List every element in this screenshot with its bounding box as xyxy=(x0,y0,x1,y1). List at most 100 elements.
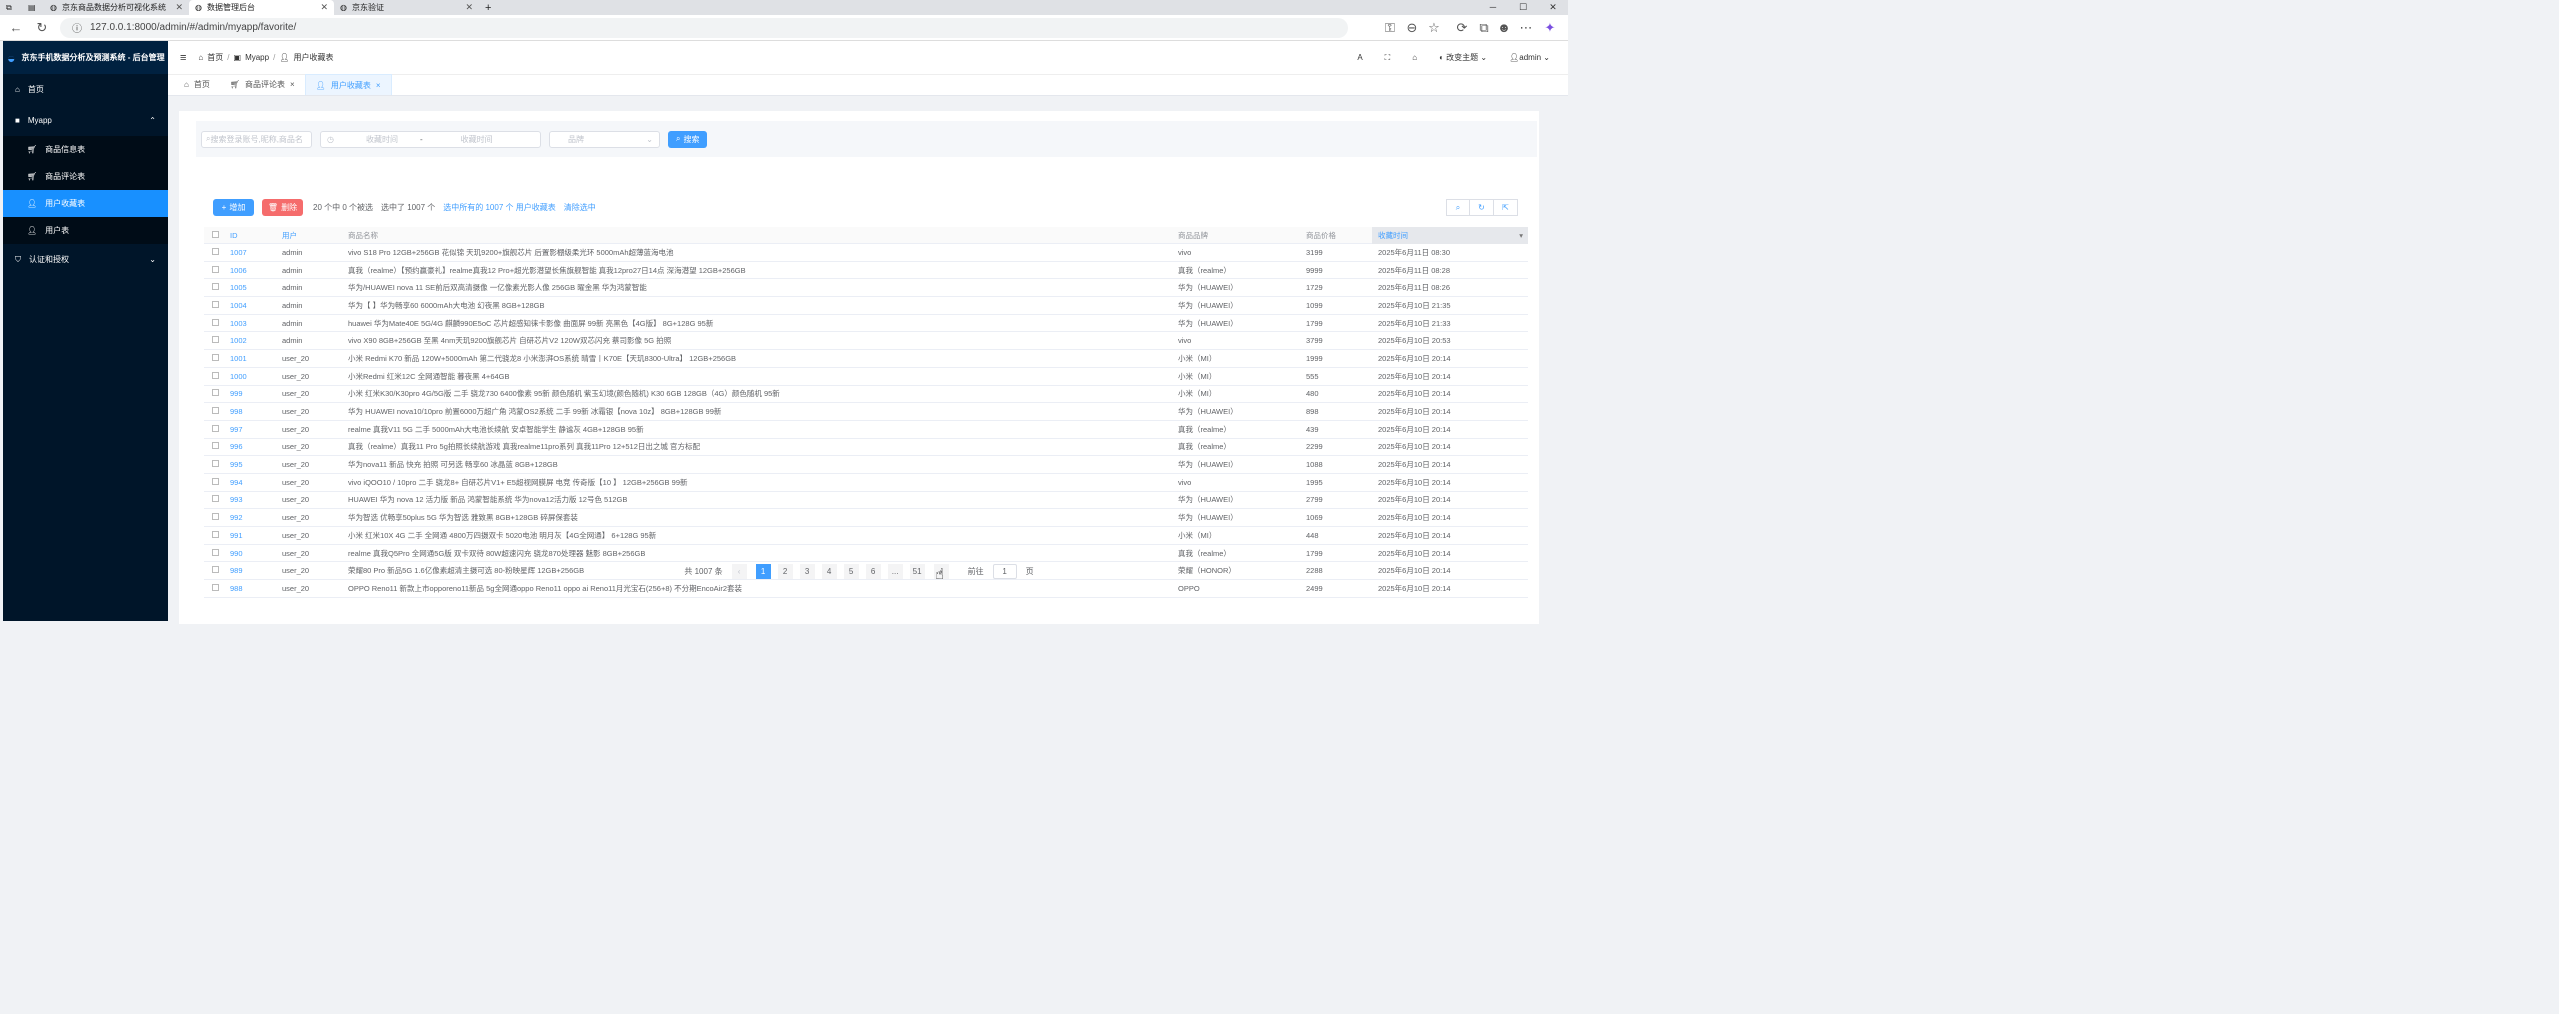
table-row[interactable]: 998 user_20 华为 HUAWEI nova10/10pro 前置6000万… xyxy=(204,403,1528,421)
vertical-tabs-icon[interactable]: ▤ xyxy=(22,0,44,15)
back-icon[interactable]: ← xyxy=(8,20,24,35)
sidebar-item-auth[interactable]: ⛉ 认证和授权 ⌄ xyxy=(3,244,168,275)
close-icon[interactable]: ✕ xyxy=(465,2,473,13)
row-checkbox[interactable] xyxy=(204,300,224,310)
row-checkbox[interactable] xyxy=(204,318,224,328)
search-input[interactable]: ⌕ 搜索登录账号,昵称,商品名 xyxy=(201,130,312,148)
browser-tab-2[interactable]: ◍ 数据管理后台 ✕ xyxy=(189,0,334,15)
browser-tab-1[interactable]: ◍ 京东商品数据分析可视化系统 ✕ xyxy=(44,0,189,15)
page-button[interactable]: 51 xyxy=(909,564,925,579)
close-icon[interactable]: ✕ xyxy=(320,2,328,13)
sidebar-item-favorites[interactable]: 👤︎ 用户收藏表 xyxy=(3,190,168,217)
table-row[interactable]: 996 user_20 真我（realme）真我11 Pro 5g拍照长续航游戏 真… xyxy=(204,439,1528,457)
minimize-icon[interactable]: ─ xyxy=(1478,0,1508,15)
browser-tab-3[interactable]: ◍ 京东验证 ✕ xyxy=(334,0,479,15)
user-menu[interactable]: 👤︎admin ⌄ xyxy=(1509,53,1550,62)
select-all-link[interactable]: 选中所有的 1007 个 用户收藏表 xyxy=(443,202,555,213)
favorite-star-icon[interactable]: ☆ xyxy=(1426,20,1442,36)
key-icon[interactable]: ⚿ xyxy=(1382,20,1398,36)
breadcrumb-item[interactable]: 首页 xyxy=(207,52,223,63)
sidebar-item-home[interactable]: ⌂ 首页 xyxy=(3,74,168,105)
reload-icon[interactable]: ↻ xyxy=(34,20,50,36)
table-row[interactable]: 992 user_20 华为智选 优畅享50plus 5G 华为智选 雅致黑 8GB… xyxy=(204,509,1528,527)
clear-selection-link[interactable]: 清除选中 xyxy=(564,202,596,213)
row-checkbox[interactable] xyxy=(204,442,224,451)
row-checkbox[interactable] xyxy=(204,353,224,363)
brand-select[interactable]: 品牌 ⌄ xyxy=(549,130,660,148)
row-checkbox[interactable] xyxy=(204,513,224,522)
delete-button[interactable]: 🗑︎ 删除 xyxy=(262,199,303,216)
table-row[interactable]: 999 user_20 小米 红米K30/K30pro 4G/5G版 二手 骁龙73… xyxy=(204,386,1528,404)
maximize-icon[interactable]: ☐ xyxy=(1508,0,1538,15)
table-row[interactable]: 1007 admin vivo S18 Pro 12GB+256GB 花似锦 天玑9… xyxy=(204,244,1528,262)
cell-id[interactable]: 1005 xyxy=(224,283,276,292)
table-row[interactable]: 1000 user_20 小米Redmi 红米12C 全网通智能 暮夜黑 4+64G… xyxy=(204,368,1528,386)
window-close-icon[interactable]: ✕ xyxy=(1538,0,1568,15)
row-checkbox[interactable] xyxy=(204,283,224,292)
add-button[interactable]: + 增加 xyxy=(213,199,254,216)
row-checkbox[interactable] xyxy=(204,265,224,275)
cell-id[interactable]: 999 xyxy=(224,389,276,398)
fullscreen-icon[interactable]: ⛶ xyxy=(1385,53,1391,63)
row-checkbox[interactable] xyxy=(204,548,224,558)
theme-switch[interactable]: ◐ 改变主题 ⌄ xyxy=(1439,52,1487,63)
table-row[interactable]: 994 user_20 vivo iQOO10 / 10pro 二手 骁龙8+ 自研… xyxy=(204,474,1528,492)
table-row[interactable]: 1002 admin vivo X90 8GB+256GB 至黑 4nm天玑9200… xyxy=(204,332,1528,351)
cell-id[interactable]: 988 xyxy=(224,584,276,593)
cell-id[interactable]: 992 xyxy=(224,513,276,522)
table-row[interactable]: 991 user_20 小米 红米10X 4G 二手 全网通 4800万四摄双卡 5… xyxy=(204,527,1528,545)
row-checkbox[interactable] xyxy=(204,460,224,469)
cell-id[interactable]: 996 xyxy=(224,442,276,451)
row-checkbox[interactable] xyxy=(204,336,224,345)
row-checkbox[interactable] xyxy=(204,495,224,504)
select-all-checkbox[interactable] xyxy=(204,230,224,240)
cell-id[interactable]: 997 xyxy=(224,425,276,434)
cell-id[interactable]: 994 xyxy=(224,478,276,487)
page-button[interactable]: ... xyxy=(887,564,903,579)
goto-page-input[interactable]: 1 xyxy=(992,564,1017,579)
column-header-id[interactable]: ID xyxy=(224,231,276,240)
search-toggle-icon[interactable]: ⌕ xyxy=(1446,199,1470,216)
row-checkbox[interactable] xyxy=(204,407,224,416)
sidebar-item-comments[interactable]: 🛒︎ 商品评论表 xyxy=(3,163,168,190)
page-button[interactable]: 4 xyxy=(821,564,837,579)
cell-id[interactable]: 991 xyxy=(224,531,276,540)
close-icon[interactable]: × xyxy=(376,81,381,90)
cell-id[interactable]: 1004 xyxy=(224,301,276,310)
table-row[interactable]: 993 user_20 HUAWEI 华为 nova 12 活力版 新品 鸿蒙智能系… xyxy=(204,492,1528,510)
cell-id[interactable]: 995 xyxy=(224,460,276,469)
profile-icon[interactable]: ☻ xyxy=(1496,20,1512,35)
cell-id[interactable]: 1007 xyxy=(224,248,276,257)
table-row[interactable]: 1003 admin huawei 华为Mate40E 5G/4G 麒麟990E5o… xyxy=(204,315,1528,333)
date-range-picker[interactable]: ◷ 收藏时间 - 收藏时间 xyxy=(320,130,541,148)
cell-id[interactable]: 998 xyxy=(224,407,276,416)
page-button[interactable]: 2 xyxy=(777,564,793,579)
zoom-icon[interactable]: ⊖ xyxy=(1404,20,1420,36)
cell-id[interactable]: 1003 xyxy=(224,319,276,328)
column-header-time[interactable]: 收藏时间 ▾ xyxy=(1372,226,1528,244)
cell-id[interactable]: 990 xyxy=(224,549,276,558)
row-checkbox[interactable] xyxy=(204,530,224,540)
table-row[interactable]: 1005 admin 华为/HUAWEI nova 11 SE前后双高清摄像 一亿像… xyxy=(204,279,1528,298)
menu-toggle-icon[interactable]: ≡ xyxy=(180,52,186,64)
row-checkbox[interactable] xyxy=(204,371,224,381)
cell-id[interactable]: 1002 xyxy=(224,336,276,345)
close-icon[interactable]: × xyxy=(290,80,295,89)
table-row[interactable]: 1001 user_20 小米 Redmi K70 新品 120W+5000mAh … xyxy=(204,350,1528,368)
cell-id[interactable]: 993 xyxy=(224,495,276,504)
tab-comments[interactable]: 🛒︎ 商品评论表 × xyxy=(220,74,305,95)
copilot-icon[interactable]: ✦ xyxy=(1542,20,1558,36)
row-checkbox[interactable] xyxy=(204,247,224,257)
export-icon[interactable]: ⇱ xyxy=(1494,199,1518,216)
sidebar-item-myapp[interactable]: ■ Myapp ⌃ xyxy=(3,105,168,136)
close-icon[interactable]: ✕ xyxy=(175,2,183,13)
page-button[interactable]: 3 xyxy=(799,564,815,579)
new-tab-icon[interactable]: + xyxy=(479,0,499,15)
table-row[interactable]: 995 user_20 华为nova11 新品 快充 拍照 可另选 畅享60 冰晶蓝… xyxy=(204,456,1528,474)
row-checkbox[interactable] xyxy=(204,477,224,487)
cell-id[interactable]: 1000 xyxy=(224,372,276,381)
page-button[interactable]: 1 xyxy=(755,564,771,579)
tab-actions-icon[interactable]: ⧉ xyxy=(0,0,22,15)
cell-id[interactable]: 1001 xyxy=(224,354,276,363)
row-checkbox[interactable] xyxy=(204,424,224,434)
